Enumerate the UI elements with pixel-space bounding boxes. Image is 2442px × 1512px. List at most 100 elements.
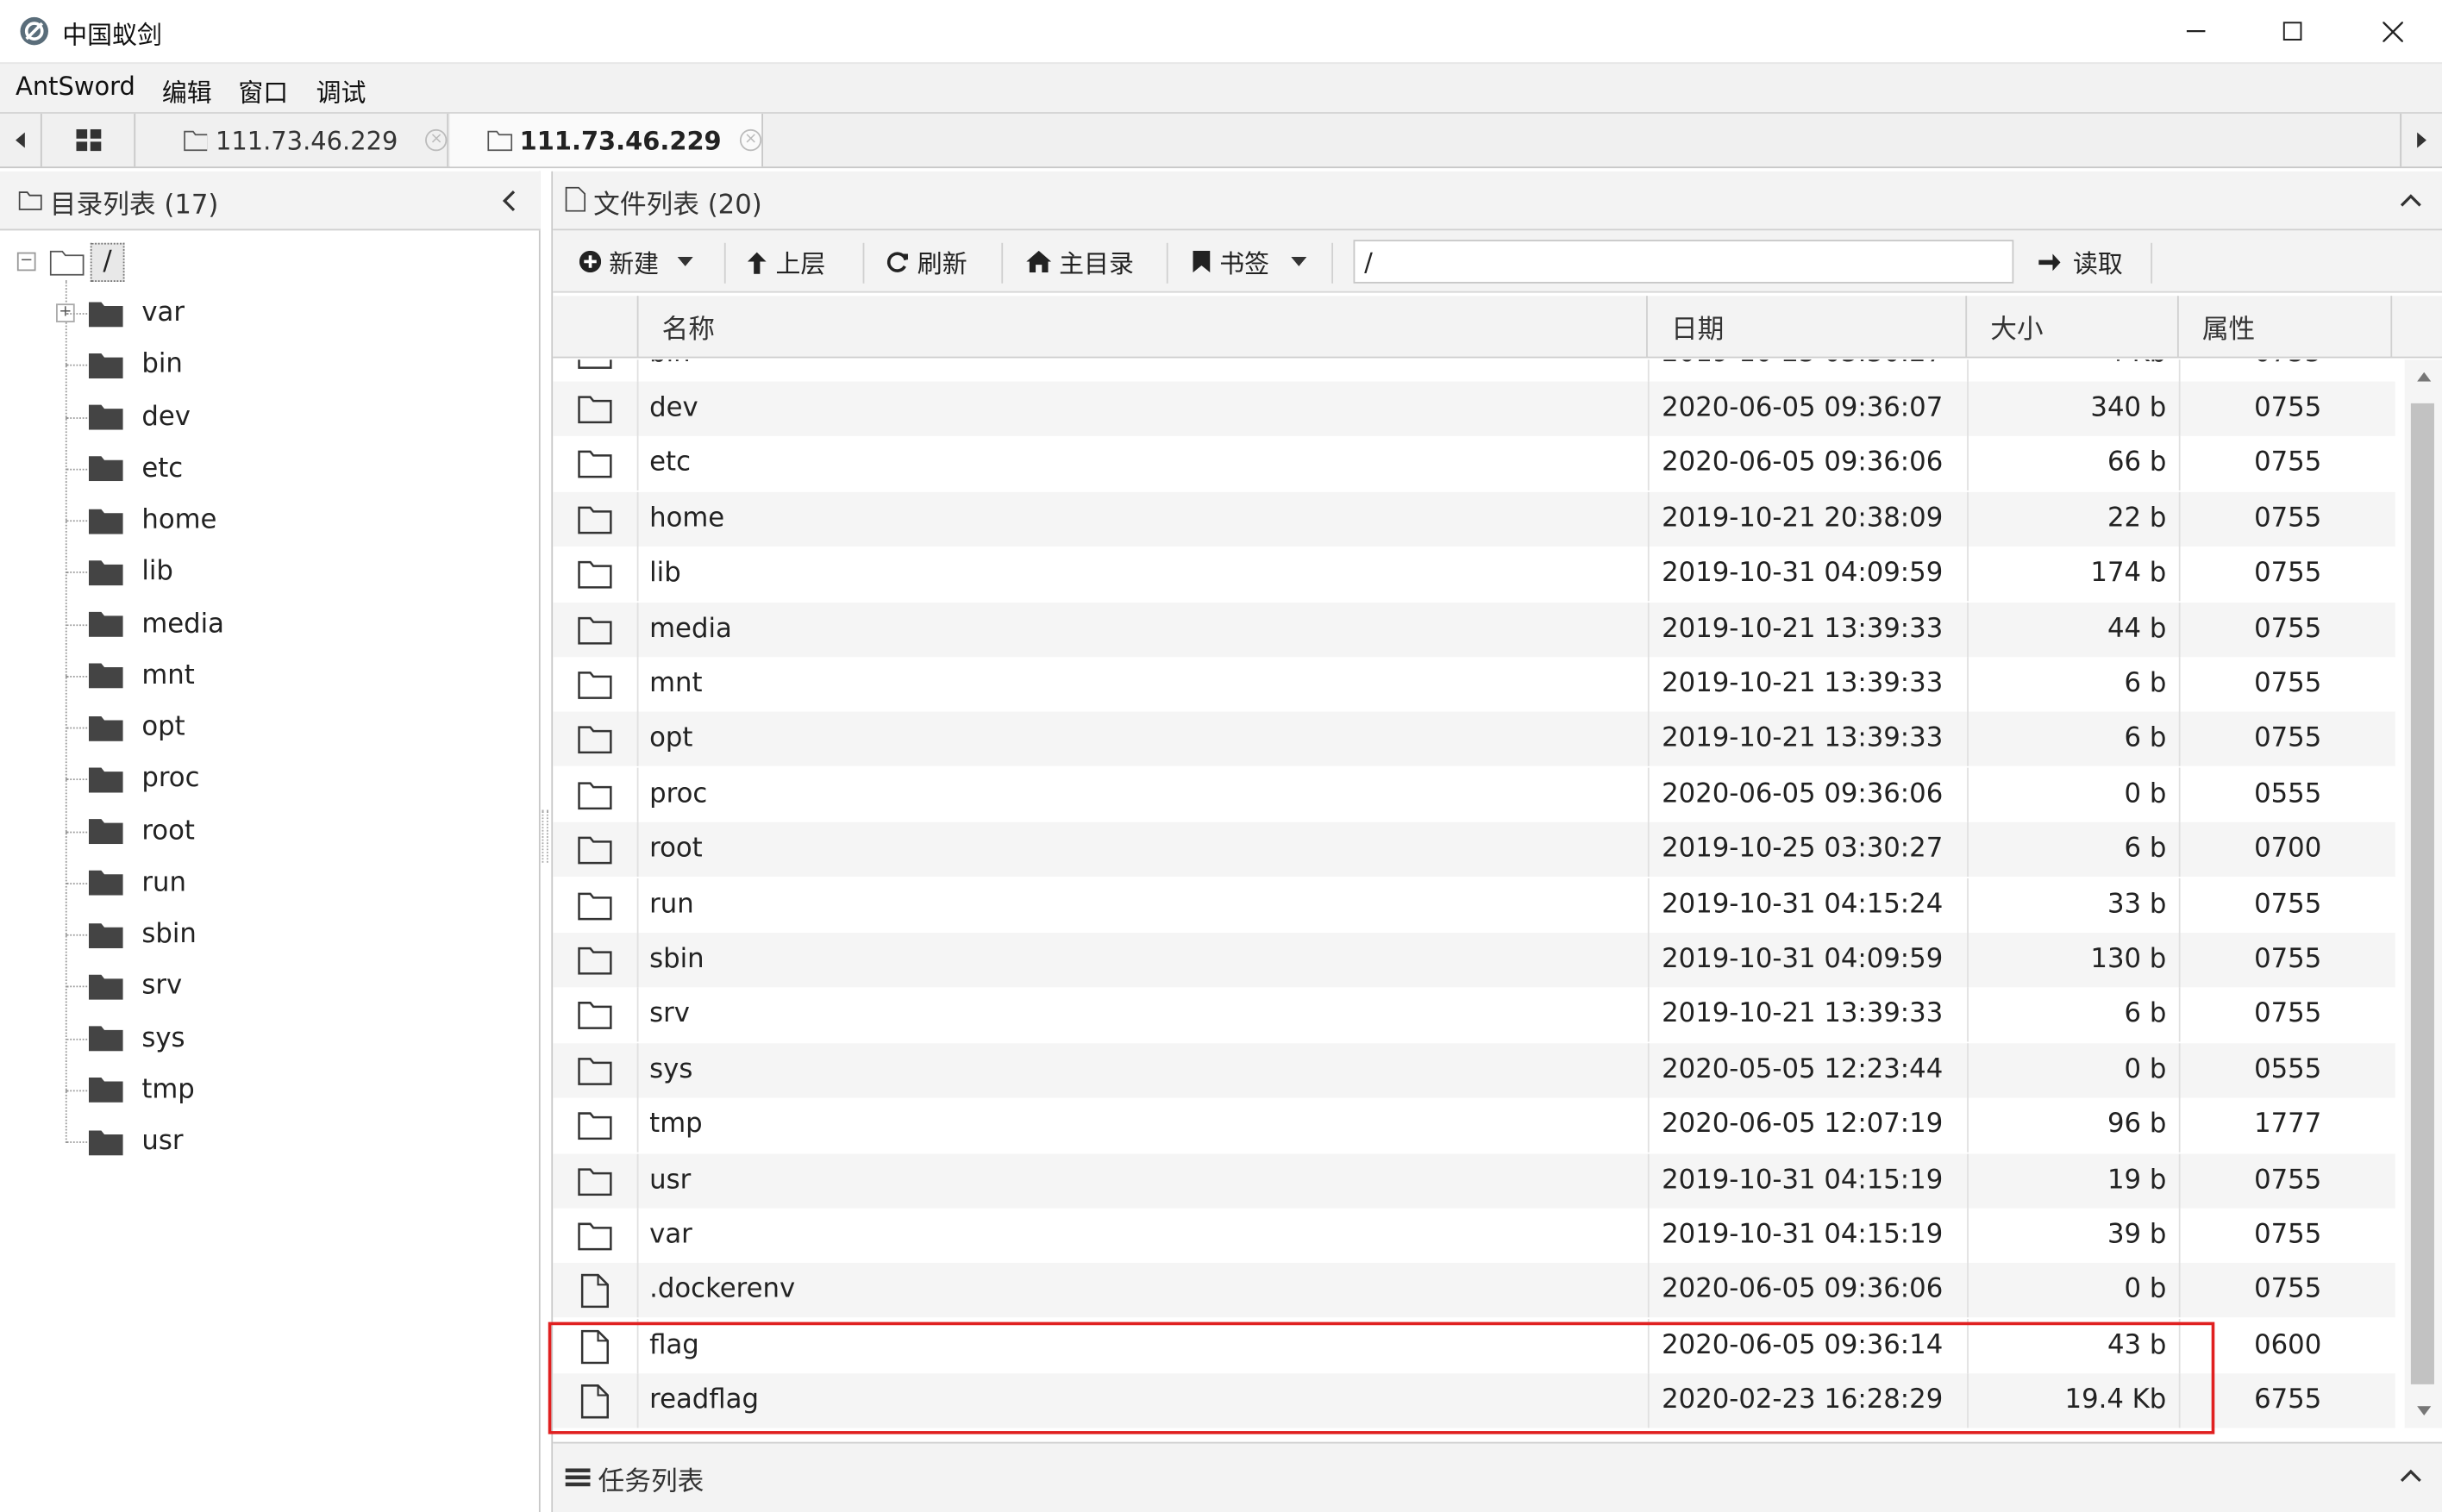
tree-item[interactable]: tmp — [65, 1066, 195, 1113]
file-name: lib — [639, 547, 1650, 602]
tab-scroll-left-button[interactable] — [0, 113, 42, 167]
collapse-file-panel-button[interactable] — [2400, 193, 2421, 207]
file-date: 2020-06-05 09:36:06 — [1650, 436, 1969, 491]
collapse-panel-button[interactable] — [502, 190, 517, 212]
refresh-button[interactable]: 刷新 — [886, 240, 967, 284]
table-row[interactable]: home 2019-10-21 20:38:09 22 b 0755 — [553, 491, 2395, 547]
tab-scroll-right-button[interactable] — [2400, 113, 2442, 167]
column-attr-header[interactable]: 属性 — [2179, 296, 2393, 359]
tree-item[interactable]: dev — [65, 393, 191, 440]
file-size: 6 b — [1969, 657, 2181, 712]
table-row[interactable]: proc 2020-06-05 09:36:06 0 b 0555 — [553, 767, 2395, 822]
menu-debug[interactable]: 调试 — [316, 72, 366, 109]
column-date-header[interactable]: 日期 — [1648, 296, 1968, 359]
folder-icon — [88, 662, 123, 689]
tree-root-node[interactable]: / — [90, 242, 125, 282]
tree-collapse-toggle[interactable]: − — [16, 252, 36, 272]
menu-antsword[interactable]: AntSword — [16, 72, 135, 101]
tree-item[interactable]: run — [65, 859, 186, 906]
tree-item[interactable]: bin — [65, 341, 183, 388]
table-row[interactable]: sbin 2019-10-31 04:09:59 130 b 0755 — [553, 933, 2395, 988]
chevron-up-icon — [2400, 1469, 2421, 1483]
tree-item[interactable]: proc — [65, 756, 200, 803]
table-row[interactable]: lib 2019-10-31 04:09:59 174 b 0755 — [553, 547, 2395, 602]
file-grid-scrollbar[interactable] — [2404, 359, 2442, 1428]
file-size: 6 b — [1969, 987, 2181, 1043]
file-size: 0 b — [1969, 1042, 2181, 1098]
table-row[interactable]: tmp 2020-06-05 12:07:19 96 b 1777 — [553, 1097, 2395, 1153]
file-attr: 0755 — [2254, 667, 2322, 700]
tab-connection-1[interactable]: 111.73.46.229 × — [137, 113, 449, 167]
file-date: 2020-06-05 09:36:06 — [1650, 767, 1969, 822]
scroll-up-icon[interactable] — [2417, 372, 2432, 382]
table-row[interactable]: etc 2020-06-05 09:36:06 66 b 0755 — [553, 436, 2395, 491]
tree-item[interactable]: sys — [65, 1015, 185, 1061]
file-date: 2019-10-25 03:30:27 — [1650, 822, 1969, 878]
menu-window[interactable]: 窗口 — [238, 72, 288, 109]
table-row[interactable]: root 2019-10-25 03:30:27 6 b 0700 — [553, 822, 2395, 878]
table-row[interactable]: sys 2020-05-05 12:23:44 0 b 0555 — [553, 1042, 2395, 1098]
file-attr: 0755 — [2254, 943, 2322, 975]
file-attr: 0755 — [2254, 392, 2322, 424]
folder-outline-icon — [18, 191, 42, 210]
scrollbar-thumb[interactable] — [2410, 403, 2434, 1384]
column-icon-header — [553, 296, 639, 359]
home-directory-button[interactable]: 主目录 — [1026, 240, 1134, 284]
tree-item[interactable]: home — [65, 497, 216, 543]
tab-close-icon[interactable]: × — [425, 128, 448, 152]
tree-item-label: proc — [141, 763, 200, 795]
menu-bar: AntSword 编辑 窗口 调试 — [0, 62, 2442, 113]
file-panel-header: 文件列表 (20) — [553, 171, 2442, 231]
path-input[interactable] — [1353, 240, 2014, 284]
up-label: 上层 — [775, 249, 826, 279]
tree-item[interactable]: lib — [65, 548, 173, 595]
file-name: sbin — [639, 933, 1650, 988]
folder-icon — [88, 1025, 123, 1052]
bookmark-icon — [1193, 250, 1211, 273]
table-row-partial[interactable]: bin 2019-10-25 03:30:27 4 Kb 0755 — [553, 359, 2395, 382]
table-row[interactable]: var 2019-10-31 04:15:19 39 b 0755 — [553, 1208, 2395, 1263]
tab-home[interactable] — [42, 113, 136, 167]
folder-icon — [88, 300, 123, 327]
tree-item[interactable]: etc — [65, 445, 184, 491]
file-name: sys — [639, 1042, 1650, 1098]
folder-icon — [553, 712, 639, 767]
menu-edit[interactable]: 编辑 — [162, 72, 212, 109]
tree-item[interactable]: usr — [65, 1118, 183, 1165]
close-window-button[interactable] — [2342, 0, 2442, 62]
file-date: 2019-10-31 04:09:59 — [1650, 933, 1969, 988]
column-name-header[interactable]: 名称 — [639, 296, 1648, 359]
tree-item[interactable]: media — [65, 600, 224, 647]
maximize-button[interactable] — [2243, 0, 2343, 62]
tree-item[interactable]: root — [65, 808, 195, 854]
file-size: 4 Kb — [1969, 359, 2181, 382]
column-size-header[interactable]: 大小 — [1967, 296, 2179, 359]
scroll-down-icon[interactable] — [2417, 1406, 2432, 1416]
tree-item[interactable]: mnt — [65, 652, 195, 698]
bookmark-button[interactable]: 书签 — [1193, 240, 1307, 284]
minimize-button[interactable] — [2146, 0, 2246, 62]
table-row[interactable]: usr 2019-10-31 04:15:19 19 b 0755 — [553, 1153, 2395, 1209]
tab-close-icon[interactable]: × — [740, 128, 762, 152]
tree-item[interactable]: opt — [65, 703, 185, 750]
file-size: 174 b — [1969, 547, 2181, 602]
table-row[interactable]: opt 2019-10-21 13:39:33 6 b 0755 — [553, 712, 2395, 767]
panel-splitter[interactable] — [542, 809, 548, 863]
up-button[interactable]: 上层 — [746, 240, 825, 284]
tab-connection-2[interactable]: 111.73.46.229 × — [449, 113, 763, 167]
new-button[interactable]: 新建 — [579, 240, 693, 284]
table-row[interactable]: media 2019-10-21 13:39:33 44 b 0755 — [553, 602, 2395, 657]
table-row[interactable]: .dockerenv 2020-06-05 09:36:06 0 b 0755 — [553, 1263, 2395, 1318]
tree-item[interactable]: var — [65, 290, 185, 336]
table-row[interactable]: srv 2019-10-21 13:39:33 6 b 0755 — [553, 987, 2395, 1043]
read-button[interactable]: 读取 — [2038, 240, 2123, 284]
table-row[interactable]: run 2019-10-31 04:15:24 33 b 0755 — [553, 878, 2395, 933]
tree-item-label: etc — [141, 453, 184, 484]
file-name: home — [639, 491, 1650, 547]
tree-item[interactable]: sbin — [65, 911, 197, 958]
folder-icon — [553, 767, 639, 822]
collapse-task-panel-button[interactable] — [2400, 1468, 2421, 1483]
tree-item[interactable]: srv — [65, 963, 182, 1009]
table-row[interactable]: mnt 2019-10-21 13:39:33 6 b 0755 — [553, 657, 2395, 712]
table-row[interactable]: dev 2020-06-05 09:36:07 340 b 0755 — [553, 381, 2395, 436]
